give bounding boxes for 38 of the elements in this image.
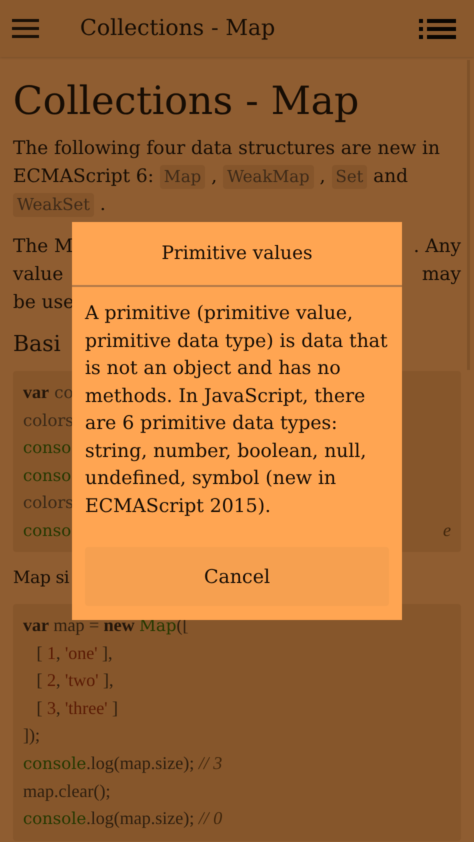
code-line: [ 1, 'one' ], <box>36 642 112 663</box>
paragraph-text: The M <box>13 235 74 259</box>
paragraph-text: be use <box>13 291 74 315</box>
paragraph-text: Map si <box>13 567 70 590</box>
page-title: Collections - Map <box>13 78 360 126</box>
code-line: conso <box>23 437 72 460</box>
paragraph-text: , <box>320 165 326 189</box>
inline-code: WeakMap <box>223 165 314 189</box>
code-line: conso <box>23 464 72 487</box>
list-icon[interactable] <box>419 18 456 40</box>
paragraph-text: value <box>13 263 64 287</box>
code-line: [ 3, 'three' ] <box>36 698 118 718</box>
inline-code: WeakSet <box>13 193 94 217</box>
section-heading: Basi <box>13 331 61 359</box>
paragraph-text: ECMAScript 6: <box>13 165 154 189</box>
code-line: conso <box>23 520 72 542</box>
code-line: e <box>443 518 451 542</box>
dialog-text: A primitive (primitive value, primitive data type) is data that is not an object and has no methods. In JavaScript, there are 6 primitive data types: string, number, boolean, null, undefined, symbol (new in ECMAScript 2015). <box>84 302 389 518</box>
code-line: map.clear(); <box>23 780 110 801</box>
paragraph-text: . Any <box>414 235 461 259</box>
paragraph-text: and <box>373 165 408 189</box>
paragraph-text: The following four data structures are new in <box>13 137 440 161</box>
code-line: colors <box>23 410 74 432</box>
paragraph-text: . <box>100 193 106 217</box>
inline-code: Map <box>160 165 206 189</box>
code-line: console.log(map.size); // 3 <box>23 752 222 773</box>
code-line: colors <box>23 492 74 514</box>
code-line: [ 2, 'two' ], <box>36 670 114 690</box>
dialog-title: Primitive values <box>72 222 402 287</box>
paragraph-text: , <box>211 165 218 189</box>
cancel-button[interactable]: Cancel <box>85 547 389 606</box>
menu-icon[interactable] <box>12 18 40 40</box>
paragraph-text: may <box>422 263 461 287</box>
code-line: ]); <box>23 725 40 746</box>
code-line: var co <box>23 381 74 404</box>
code-line: console.log(map.size); // 0 <box>23 808 222 828</box>
app-bar-title: Collections - Map <box>80 16 276 41</box>
inline-code: Set <box>332 165 368 189</box>
